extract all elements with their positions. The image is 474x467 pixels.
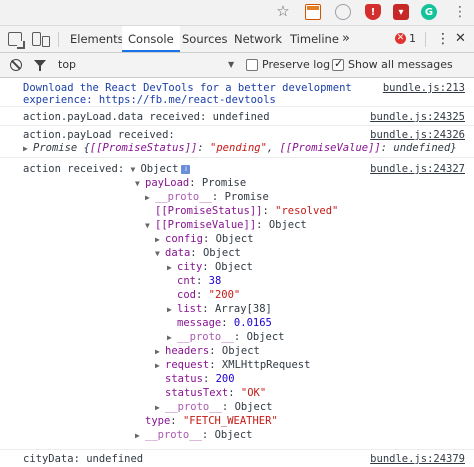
extension-circle-icon[interactable] [335, 4, 351, 20]
tab-sources[interactable]: Sources [176, 26, 234, 52]
source-link[interactable]: bundle.js:24379 [370, 453, 465, 466]
filter-icon[interactable] [34, 60, 46, 71]
tree-node-request[interactable]: ▶ request: XMLHttpRequest [155, 359, 310, 372]
extension-calendar-icon[interactable] [305, 4, 321, 20]
tree-node-config[interactable]: ▶ config: Object [155, 233, 254, 246]
expand-triangle-icon: ▶ [167, 263, 172, 272]
chevron-down-icon[interactable]: ▼ [228, 53, 234, 77]
expand-triangle-icon: ▶ [135, 431, 140, 440]
extension-grammarly-icon[interactable]: G [421, 4, 437, 20]
info-icon[interactable]: i [181, 165, 191, 174]
collapse-triangle-icon: ▼ [155, 249, 160, 258]
inspect-element-icon[interactable] [8, 32, 22, 46]
error-icon[interactable]: ✕ [395, 33, 406, 44]
source-link[interactable]: bundle.js:24326 [370, 129, 465, 142]
tree-node-promise-value[interactable]: ▼ [[PromiseValue]]: Object [145, 219, 307, 232]
toolbar-divider [425, 32, 426, 47]
tab-network[interactable]: Network [228, 26, 288, 52]
tab-elements[interactable]: Elements [64, 26, 130, 52]
console-output[interactable]: Download the React DevTools for a better… [0, 78, 474, 467]
expand-triangle-icon: ▶ [167, 333, 172, 342]
expand-triangle-icon: ▶ [155, 347, 160, 356]
source-link[interactable]: bundle.js:24325 [370, 111, 465, 124]
tree-node-status-text: statusText: "OK" [165, 387, 267, 399]
expand-triangle-icon: ▶ [145, 193, 150, 202]
expand-triangle-icon: ▶ [167, 305, 172, 314]
browser-menu-icon[interactable]: ⋮ [452, 4, 468, 20]
tree-node-proto[interactable]: ▶ __proto__: Object [167, 331, 285, 344]
tree-node-promise-status: [[PromiseStatus]]: "resolved" [155, 205, 339, 217]
tree-node-list[interactable]: ▶ list: Array[38] [167, 303, 272, 316]
tree-node-payload[interactable]: ▼ payLoad: Promise [135, 177, 246, 190]
console-message: action received: ▼ Object i bundle.js:2432… [0, 158, 474, 450]
tree-node-proto[interactable]: ▶ __proto__: Object [135, 429, 253, 442]
console-message: Download the React DevTools for a better… [0, 78, 474, 107]
device-toolbar-icon[interactable] [32, 32, 50, 47]
tree-node-status: status: 200 [165, 373, 235, 385]
message-text: action.payLoad.data received: undefined [23, 111, 270, 123]
tree-node-message: message: 0.0165 [177, 317, 272, 329]
message-text: action.payLoad received: [23, 129, 175, 141]
show-all-messages-checkbox[interactable] [332, 57, 344, 71]
expand-triangle-icon: ▶ [155, 403, 160, 412]
show-all-messages-label[interactable]: Show all messages [348, 53, 453, 77]
expand-triangle-icon: ▶ [155, 235, 160, 244]
toolbar-divider [58, 32, 59, 47]
tab-console[interactable]: Console [122, 26, 180, 52]
tree-node-type: type: "FETCH_WEATHER" [145, 415, 278, 427]
console-toolbar: top ▼ Preserve log Show all messages [0, 53, 474, 78]
tab-timeline[interactable]: Timeline [284, 26, 345, 52]
source-link[interactable]: bundle.js:213 [383, 82, 465, 95]
tree-node-proto[interactable]: ▶ __proto__: Promise [145, 191, 269, 204]
bookmark-star-icon[interactable]: ☆ [275, 2, 291, 20]
close-devtools-icon[interactable]: ✕ [455, 26, 466, 52]
tree-node-cnt: cnt: 38 [177, 275, 222, 287]
clear-console-icon[interactable] [10, 59, 22, 71]
tree-node-cod: cod: "200" [177, 289, 241, 301]
console-message: action.payLoad received: bundle.js:24326… [0, 126, 474, 158]
collapse-triangle-icon[interactable]: ▼ [130, 163, 140, 176]
promise-preview[interactable]: ▶ Promise {[[PromiseStatus]]: "pending", … [23, 142, 457, 155]
extension-shield-icon[interactable]: ! [365, 4, 381, 20]
console-message: action.payLoad.data received: undefined … [0, 107, 474, 126]
devtools-tab-bar: Elements Console Sources Network Timelin… [0, 26, 474, 53]
tree-node-city[interactable]: ▶ city: Object [167, 261, 253, 274]
collapse-triangle-icon: ▼ [135, 179, 140, 188]
error-count[interactable]: 1 [409, 26, 416, 52]
expand-triangle-icon[interactable]: ▶ [23, 142, 33, 155]
message-text[interactable]: action received: ▼ Object i [23, 163, 191, 176]
tree-node-data[interactable]: ▼ data: Object [155, 247, 241, 260]
browser-toolbar: ☆ ! ▾ G ⋮ [0, 0, 474, 26]
source-link[interactable]: bundle.js:24327 [370, 163, 465, 176]
message-text: cityData: undefined [23, 453, 144, 465]
preserve-log-checkbox[interactable] [246, 59, 258, 71]
devtools-menu-icon[interactable]: ⋮ [436, 26, 450, 52]
tree-node-proto[interactable]: ▶ __proto__: Object [155, 401, 273, 414]
collapse-triangle-icon: ▼ [145, 221, 150, 230]
context-selector[interactable]: top [58, 53, 238, 77]
preserve-log-label[interactable]: Preserve log [262, 53, 330, 77]
console-message: cityData: undefined bundle.js:24379 [0, 450, 474, 467]
more-tabs-icon[interactable]: » [342, 26, 350, 52]
message-text[interactable]: experience: https://fb.me/react-devtools [23, 94, 276, 107]
extension-ublock-icon[interactable]: ▾ [393, 4, 409, 20]
expand-triangle-icon: ▶ [155, 361, 160, 370]
tree-node-headers[interactable]: ▶ headers: Object [155, 345, 260, 358]
